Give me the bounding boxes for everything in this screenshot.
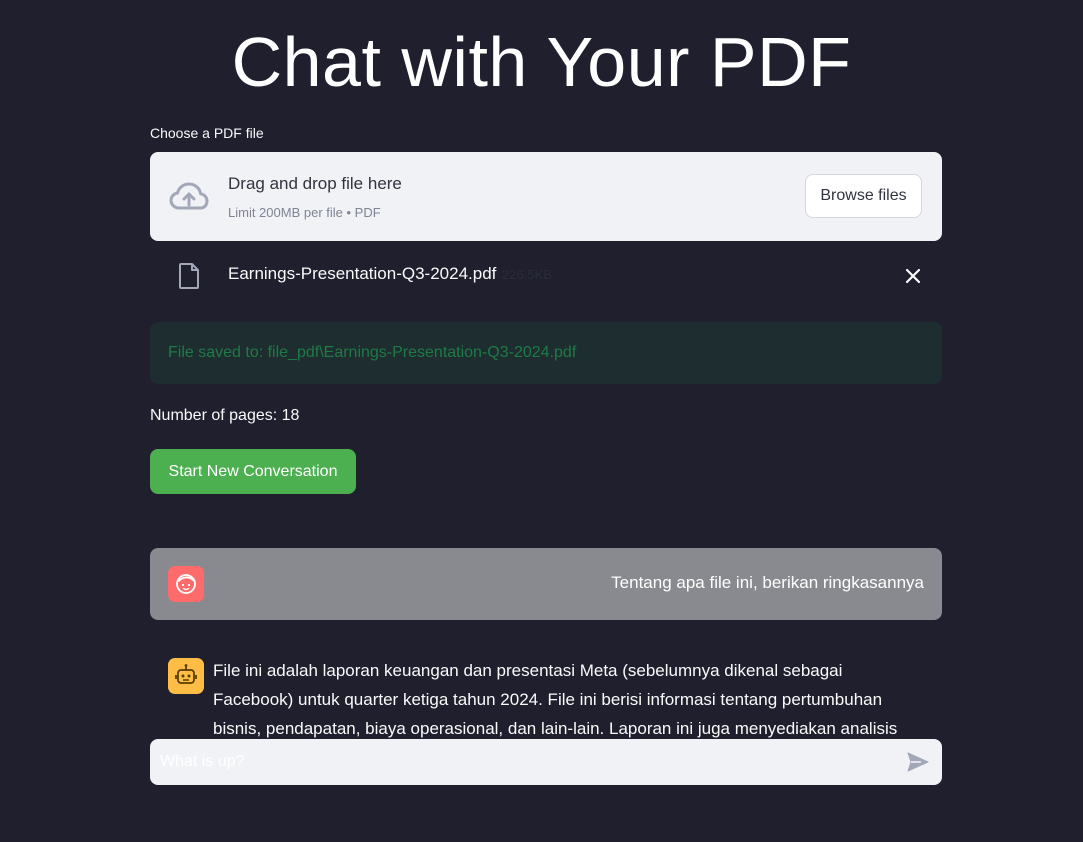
cloud-upload-icon	[169, 182, 209, 210]
user-avatar	[168, 566, 204, 602]
user-message-text: Tentang apa file ini, berikan ringkasann…	[611, 573, 924, 592]
uploader-label: Choose a PDF file	[150, 125, 264, 141]
user-chat-message: Tentang apa file ini, berikan ringkasann…	[150, 548, 942, 620]
uploaded-file-size: 226.5KB	[502, 267, 552, 282]
chat-input-container	[150, 739, 942, 785]
user-face-icon	[176, 574, 196, 594]
close-icon[interactable]	[902, 265, 924, 287]
browse-files-button[interactable]: Browse files	[805, 174, 922, 218]
file-icon	[179, 263, 199, 289]
dropzone-limit: Limit 200MB per file • PDF	[228, 205, 381, 220]
uploaded-file-name: Earnings-Presentation-Q3-2024.pdf	[228, 264, 497, 283]
uploaded-file-row: Earnings-Presentation-Q3-2024.pdf 226.5K…	[150, 256, 942, 296]
start-new-conversation-button[interactable]: Start New Conversation	[150, 449, 356, 494]
success-alert: File saved to: file_pdf\Earnings-Present…	[150, 322, 942, 384]
chat-input[interactable]	[150, 739, 880, 785]
robot-icon	[175, 664, 197, 684]
send-icon[interactable]	[907, 752, 929, 772]
assistant-avatar	[168, 658, 204, 694]
page-count-text: Number of pages: 18	[150, 407, 300, 424]
success-alert-text: File saved to: file_pdf\Earnings-Present…	[168, 344, 577, 361]
page-title: Chat with Your PDF	[231, 23, 852, 101]
file-dropzone[interactable]: Drag and drop file here Limit 200MB per …	[150, 152, 942, 241]
dropzone-instructions: Drag and drop file here	[228, 174, 402, 193]
